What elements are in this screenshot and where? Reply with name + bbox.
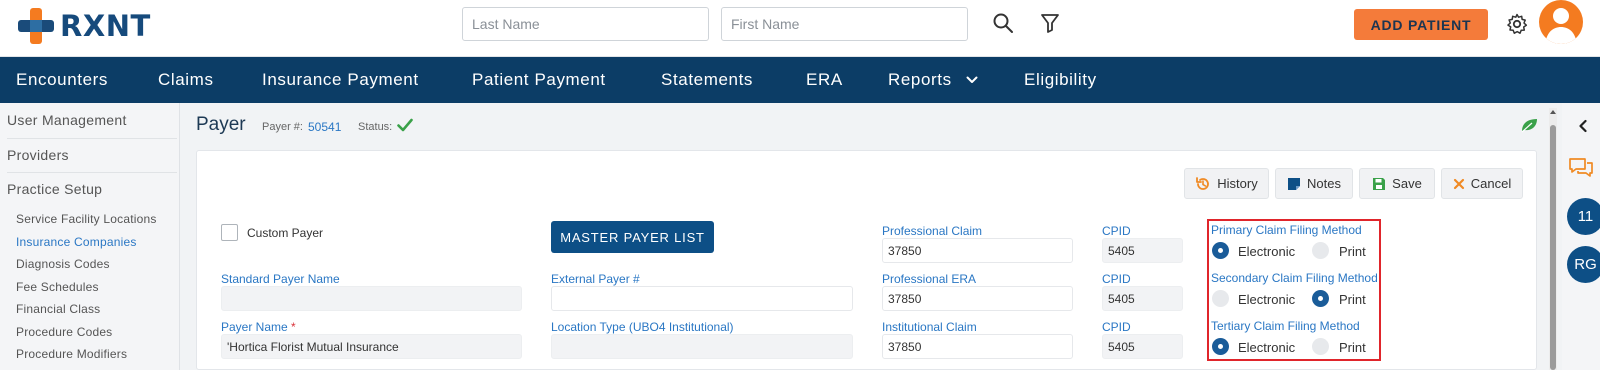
close-icon — [1453, 178, 1464, 189]
sidebar-item-procedure-modifiers[interactable]: Procedure Modifiers — [16, 347, 127, 361]
cpid-field-professional-claim[interactable] — [1102, 238, 1183, 263]
payer-name-field[interactable] — [221, 334, 522, 359]
tertiary-electronic-label: Electronic — [1238, 340, 1296, 355]
location-type-label: Location Type (UBO4 Institutional) — [551, 320, 734, 334]
chevron-down-icon[interactable] — [966, 75, 978, 85]
tertiary-filing-label: Tertiary Claim Filing Method — [1211, 319, 1360, 333]
leaf-icon[interactable] — [1520, 117, 1538, 133]
required-marker: * — [291, 320, 296, 334]
standard-payer-name-label: Standard Payer Name — [221, 272, 340, 286]
sidebar-item-financial-class[interactable]: Financial Class — [16, 302, 100, 316]
secondary-electronic-label: Electronic — [1238, 292, 1296, 307]
sidebar-user-management[interactable]: User Management — [7, 112, 127, 128]
add-patient-button[interactable]: ADD PATIENT — [1354, 9, 1488, 40]
sidebar-item-diagnosis-codes[interactable]: Diagnosis Codes — [16, 257, 110, 271]
custom-payer-checkbox[interactable] — [221, 224, 238, 241]
scroll-up-arrow-icon[interactable] — [1549, 108, 1557, 116]
scrollbar-thumb[interactable] — [1550, 125, 1556, 370]
professional-claim-label: Professional Claim — [882, 224, 983, 238]
primary-filing-label: Primary Claim Filing Method — [1211, 223, 1362, 237]
primary-print-label: Print — [1339, 244, 1366, 259]
custom-payer-label: Custom Payer — [247, 226, 324, 240]
chat-icon[interactable] — [1568, 157, 1594, 181]
master-payer-list-button[interactable]: MASTER PAYER LIST — [551, 221, 714, 253]
notes-icon — [1288, 177, 1301, 190]
tertiary-electronic-radio[interactable] — [1212, 338, 1229, 355]
external-payer-label: External Payer # — [551, 272, 640, 286]
tertiary-print-radio[interactable] — [1312, 338, 1329, 355]
tertiary-print-label: Print — [1339, 340, 1366, 355]
cpid-label: CPID — [1102, 224, 1131, 238]
nav-reports[interactable]: Reports — [888, 57, 952, 103]
count-badge[interactable]: 11 — [1567, 198, 1600, 235]
external-payer-field[interactable] — [551, 286, 853, 311]
sidebar-divider — [7, 138, 177, 139]
sidebar-item-procedure-codes[interactable]: Procedure Codes — [16, 325, 112, 339]
search-icon[interactable] — [991, 11, 1015, 35]
professional-claim-field[interactable] — [882, 238, 1073, 263]
professional-era-label: Professional ERA — [882, 272, 977, 286]
cancel-label: Cancel — [1470, 176, 1512, 191]
payer-number-label: Payer #: — [262, 121, 303, 133]
save-icon — [1373, 177, 1386, 190]
save-label: Save — [1392, 176, 1422, 191]
user-avatar[interactable] — [1539, 0, 1583, 44]
gear-icon[interactable] — [1505, 12, 1529, 36]
sidebar-item-service-facility-locations[interactable]: Service Facility Locations — [16, 212, 157, 226]
sidebar-providers[interactable]: Providers — [7, 147, 69, 163]
secondary-electronic-radio[interactable] — [1212, 290, 1229, 307]
cpid-field-institutional-claim[interactable] — [1102, 334, 1183, 359]
nav-insurance-payment[interactable]: Insurance Payment — [262, 57, 419, 103]
sidebar-divider — [7, 172, 177, 173]
professional-era-field[interactable] — [882, 286, 1073, 311]
nav-statements[interactable]: Statements — [661, 57, 753, 103]
cpid-label: CPID — [1102, 320, 1131, 334]
notes-label: Notes — [1307, 176, 1341, 191]
nav-patient-payment[interactable]: Patient Payment — [472, 57, 606, 103]
logo-cross-icon — [18, 8, 54, 44]
secondary-filing-label: Secondary Claim Filing Method — [1211, 271, 1378, 285]
status-label: Status: — [358, 121, 393, 133]
payer-name-label: Payer Name * — [221, 320, 296, 334]
institutional-claim-label: Institutional Claim — [882, 320, 977, 334]
sidebar-practice-setup[interactable]: Practice Setup — [7, 181, 102, 197]
primary-electronic-radio[interactable] — [1212, 242, 1229, 259]
nav-encounters[interactable]: Encounters — [16, 57, 108, 103]
first-name-input[interactable] — [721, 7, 968, 41]
logo-text: RXNT — [60, 9, 151, 43]
chevron-left-icon[interactable] — [1578, 119, 1588, 133]
user-initials-badge[interactable]: RG — [1567, 246, 1600, 283]
notes-button[interactable]: Notes — [1275, 168, 1353, 199]
history-label: History — [1217, 176, 1258, 191]
main-nav: Encounters Claims Insurance Payment Pati… — [0, 57, 1600, 103]
sidebar-item-fee-schedules[interactable]: Fee Schedules — [16, 280, 99, 294]
payer-number: 50541 — [308, 120, 342, 134]
user-avatar-icon — [1545, 8, 1577, 44]
standard-payer-name-field[interactable] — [221, 286, 522, 311]
nav-eligibility[interactable]: Eligibility — [1024, 57, 1097, 103]
payer-name-label-text: Payer Name — [221, 320, 288, 334]
institutional-claim-field[interactable] — [882, 334, 1073, 359]
filter-icon[interactable] — [1038, 11, 1062, 35]
cpid-field-professional-era[interactable] — [1102, 286, 1183, 311]
page-title: Payer — [196, 114, 246, 135]
nav-claims[interactable]: Claims — [158, 57, 214, 103]
status-check-icon — [397, 118, 413, 132]
sidebar-item-insurance-companies[interactable]: Insurance Companies — [16, 235, 137, 249]
nav-era[interactable]: ERA — [806, 57, 843, 103]
secondary-print-label: Print — [1339, 292, 1366, 307]
primary-print-radio[interactable] — [1312, 242, 1329, 259]
history-icon — [1196, 176, 1210, 190]
cancel-button[interactable]: Cancel — [1441, 168, 1523, 199]
primary-electronic-label: Electronic — [1238, 244, 1296, 259]
secondary-print-radio[interactable] — [1312, 290, 1329, 307]
cpid-label: CPID — [1102, 272, 1131, 286]
location-type-field[interactable] — [551, 334, 853, 359]
rxnt-logo[interactable]: RXNT — [18, 6, 151, 46]
save-button[interactable]: Save — [1359, 168, 1435, 199]
top-header: RXNT ADD PATIENT — [0, 0, 1600, 57]
right-utility-bar — [1562, 103, 1600, 370]
last-name-input[interactable] — [462, 7, 709, 41]
history-button[interactable]: History — [1184, 168, 1269, 199]
